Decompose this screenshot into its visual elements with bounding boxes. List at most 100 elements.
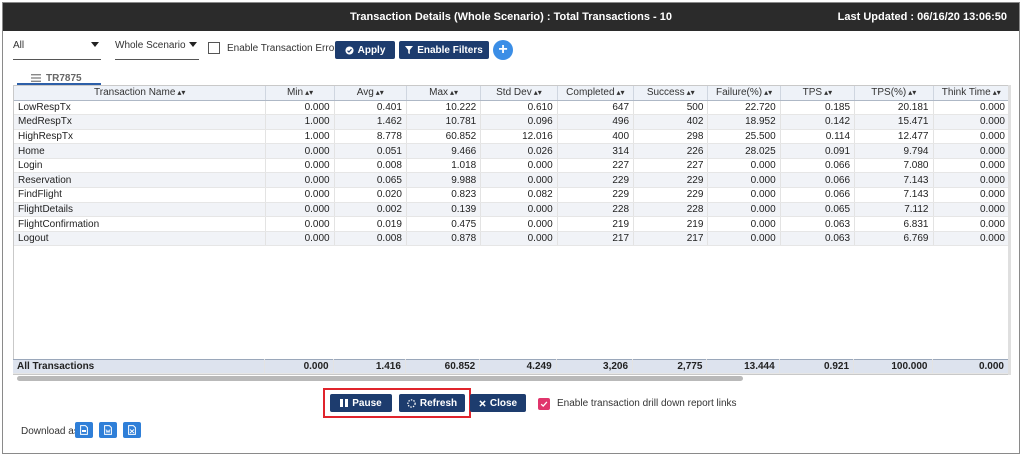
drilldown-checkbox[interactable] (538, 398, 550, 410)
table-cell: 28.025 (707, 143, 781, 159)
spinner-icon (407, 398, 416, 408)
close-button[interactable]: Close (470, 394, 526, 412)
table-cell: 0.000 (933, 231, 1008, 247)
transactions-grid: Transaction Name ▴▾ Min ▴▾ Avg ▴▾ Max ▴▾ Std Dev… (13, 85, 1009, 375)
pdf-icon (80, 425, 88, 435)
horizontal-scrollbar[interactable] (17, 376, 743, 381)
column-header-label: TPS(%) (871, 87, 907, 99)
word-icon (104, 425, 112, 435)
table-row[interactable]: LowRespTx 0.000 0.401 10.222 0.610 647 500 22.7… (14, 100, 1008, 116)
column-header-label: Failure(%) (715, 87, 763, 99)
table-cell: 217 (557, 231, 635, 247)
column-header[interactable]: Think Time ▴▾ (933, 86, 1008, 101)
empty-cell (480, 245, 558, 261)
refresh-button[interactable]: Refresh (399, 394, 465, 412)
empty-cell (633, 275, 708, 290)
column-header[interactable]: Success ▴▾ (633, 86, 709, 101)
apply-button[interactable]: Apply (335, 41, 395, 59)
scenario-select[interactable]: Whole Scenario (115, 40, 199, 60)
empty-cell (334, 289, 407, 305)
download-excel-button[interactable] (123, 422, 141, 438)
table-row[interactable]: FlightConfirmation 0.000 0.019 0.475 0.000 21… (14, 216, 1008, 232)
enable-filters-button[interactable]: Enable Filters (399, 41, 489, 59)
column-header[interactable]: Min ▴▾ (265, 86, 335, 101)
column-header[interactable]: TPS(%) ▴▾ (854, 86, 934, 101)
column-header[interactable]: Std Dev ▴▾ (480, 86, 558, 101)
table-cell: 0.000 (933, 172, 1008, 189)
table-row[interactable]: MedRespTx 1.000 1.462 10.781 0.096 496 402 18.9… (14, 114, 1008, 130)
table-row[interactable]: Home 0.000 0.051 9.466 0.026 314 226 28.025 0.09… (14, 143, 1008, 159)
column-header[interactable]: Transaction Name ▴▾ (14, 86, 267, 101)
table-cell: 0.019 (334, 216, 407, 232)
column-header[interactable]: Max ▴▾ (406, 86, 482, 101)
totals-cell: 13.444 (706, 359, 780, 374)
empty-cell (933, 275, 1008, 290)
empty-cell (780, 245, 855, 261)
vertical-scrollbar[interactable] (1008, 85, 1011, 375)
table-row[interactable]: FlightDetails 0.000 0.002 0.139 0.000 228 228 0… (14, 202, 1008, 218)
totals-cell: 60.852 (405, 359, 481, 374)
empty-cell (14, 333, 266, 349)
column-header-label: Avg (356, 87, 374, 99)
enable-errors-checkbox[interactable] (208, 42, 220, 54)
tab-tr7875[interactable]: TR7875 (17, 73, 101, 85)
table-cell: 500 (633, 100, 709, 116)
empty-cell (14, 260, 266, 276)
table-cell: 0.051 (334, 143, 407, 159)
transaction-name-cell: FindFlight (14, 187, 267, 203)
column-header-label: Success (646, 87, 685, 99)
column-header[interactable]: TPS ▴▾ (780, 86, 856, 101)
table-cell: 0.000 (933, 100, 1008, 116)
table-cell: 0.000 (265, 158, 335, 174)
table-row[interactable]: Logout 0.000 0.008 0.878 0.000 217 217 0.000 0.0… (14, 231, 1008, 247)
table-cell: 402 (633, 114, 709, 130)
table-cell: 0.066 (780, 187, 856, 203)
empty-cell (334, 333, 407, 349)
empty-cell (557, 260, 634, 276)
refresh-label: Refresh (419, 397, 458, 409)
table-row[interactable]: HighRespTx 1.000 8.778 60.852 12.016 400 298 25… (14, 129, 1008, 145)
table-row[interactable]: Login 0.000 0.008 1.018 0.000 227 227 0.000 0.06… (14, 158, 1008, 174)
empty-cell (780, 260, 855, 276)
empty-cell (14, 289, 266, 305)
empty-row (14, 275, 1008, 290)
download-word-button[interactable] (99, 422, 117, 438)
table-cell: 0.000 (933, 129, 1008, 145)
table-cell: 298 (633, 129, 709, 145)
table-row[interactable]: FindFlight 0.000 0.020 0.823 0.082 229 229 0.00… (14, 187, 1008, 203)
empty-cell (707, 245, 781, 261)
column-header[interactable]: Avg ▴▾ (334, 86, 407, 101)
table-cell: 0.139 (406, 202, 482, 218)
sort-icon: ▴▾ (533, 88, 542, 98)
table-cell: 0.008 (334, 231, 407, 247)
column-header[interactable]: Failure(%) ▴▾ (707, 86, 781, 101)
table-cell: 12.477 (854, 129, 934, 145)
download-pdf-button[interactable] (75, 422, 93, 438)
table-cell: 0.000 (480, 216, 558, 232)
empty-cell (480, 289, 558, 305)
empty-row (14, 289, 1008, 305)
empty-cell (707, 304, 781, 319)
table-cell: 0.000 (265, 100, 335, 116)
tab-label: TR7875 (46, 72, 82, 84)
empty-cell (780, 304, 855, 319)
column-header[interactable]: Completed ▴▾ (557, 86, 635, 101)
empty-cell (633, 245, 708, 261)
table-row[interactable]: Reservation 0.000 0.065 9.988 0.000 229 229 0.0… (14, 172, 1008, 189)
table-cell: 0.066 (780, 172, 856, 189)
totals-label: All Transactions (13, 359, 266, 374)
totals-cell: 1.416 (333, 359, 406, 374)
pause-button[interactable]: Pause (330, 394, 392, 412)
add-filter-button[interactable]: + (493, 40, 513, 60)
scenario-select-value: Whole Scenario (115, 40, 186, 51)
empty-cell (480, 304, 558, 319)
table-cell: 0.610 (480, 100, 558, 116)
table-cell: 0.000 (265, 231, 335, 247)
table-cell: 1.000 (265, 114, 335, 130)
empty-cell (557, 333, 634, 349)
table-cell: 0.065 (334, 172, 407, 189)
table-cell: 0.026 (480, 143, 558, 159)
empty-cell (334, 275, 407, 290)
group-select[interactable]: All (13, 40, 101, 60)
empty-cell (557, 289, 634, 305)
